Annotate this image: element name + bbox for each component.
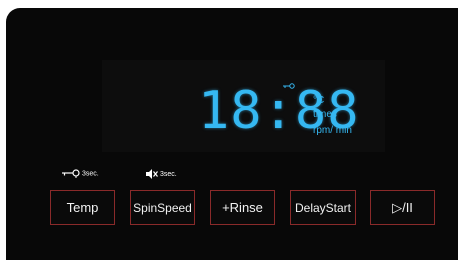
delay-start-button[interactable]: DelayStart <box>290 190 356 225</box>
rinse-button[interactable]: +Rinse <box>210 190 275 225</box>
temp-lock-duration: 3sec. <box>81 170 99 178</box>
unit-times: times <box>313 109 337 120</box>
unit-celsius: °C <box>313 95 325 106</box>
temp-lock-hint: 3sec. <box>62 169 99 178</box>
unit-rpm: rpm/ min <box>313 125 352 136</box>
key-lock-icon <box>62 169 82 178</box>
temp-button[interactable]: Temp <box>50 190 115 225</box>
mute-icon <box>146 169 160 179</box>
spin-speed-button[interactable]: SpinSpeed <box>130 190 195 225</box>
lcd-display: 18:88 °C times rpm/ min <box>102 60 385 152</box>
spin-mute-hint: 3sec. <box>146 169 177 179</box>
start-pause-button[interactable]: ▷/II <box>370 190 435 225</box>
spin-mute-duration: 3sec. <box>159 170 177 178</box>
control-panel: 18:88 °C times rpm/ min 3sec. 3sec. Temp… <box>6 8 458 260</box>
